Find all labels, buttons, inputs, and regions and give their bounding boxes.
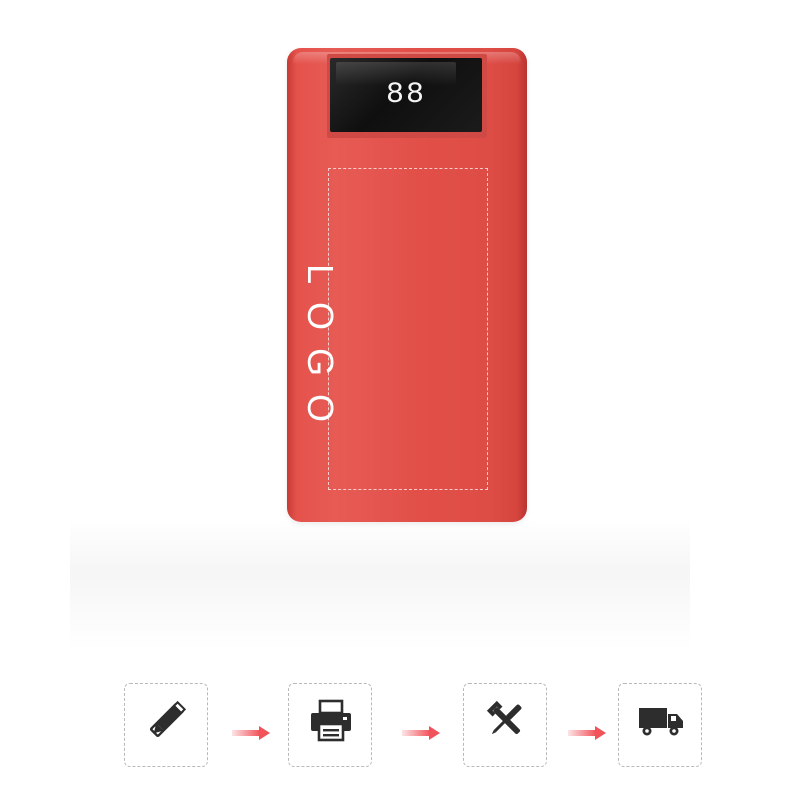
tools-icon: [486, 700, 522, 735]
design-pencil-ruler-icon: [149, 700, 187, 738]
step-design-card: [124, 683, 208, 767]
arrow-right-icon: [402, 726, 440, 740]
step-arrow-2: [402, 726, 440, 740]
arrow-right-icon: [568, 726, 606, 740]
power-bank-product: 88 LOGO: [287, 48, 527, 522]
display-readout: 88: [385, 78, 426, 112]
floor-shadow: [70, 520, 690, 650]
step-arrow-3: [568, 726, 606, 740]
logo-placeholder-text: LOGO: [299, 264, 341, 441]
step-production-card: [463, 683, 547, 767]
logo-print-area: LOGO: [300, 168, 488, 490]
arrow-right-icon: [232, 726, 270, 740]
step-print-card: [288, 683, 372, 767]
delivery-truck-icon: [639, 708, 683, 736]
step-arrow-1: [232, 726, 270, 740]
printer-icon: [311, 699, 351, 742]
led-display: 88: [330, 58, 482, 132]
step-delivery-card: [618, 683, 702, 767]
